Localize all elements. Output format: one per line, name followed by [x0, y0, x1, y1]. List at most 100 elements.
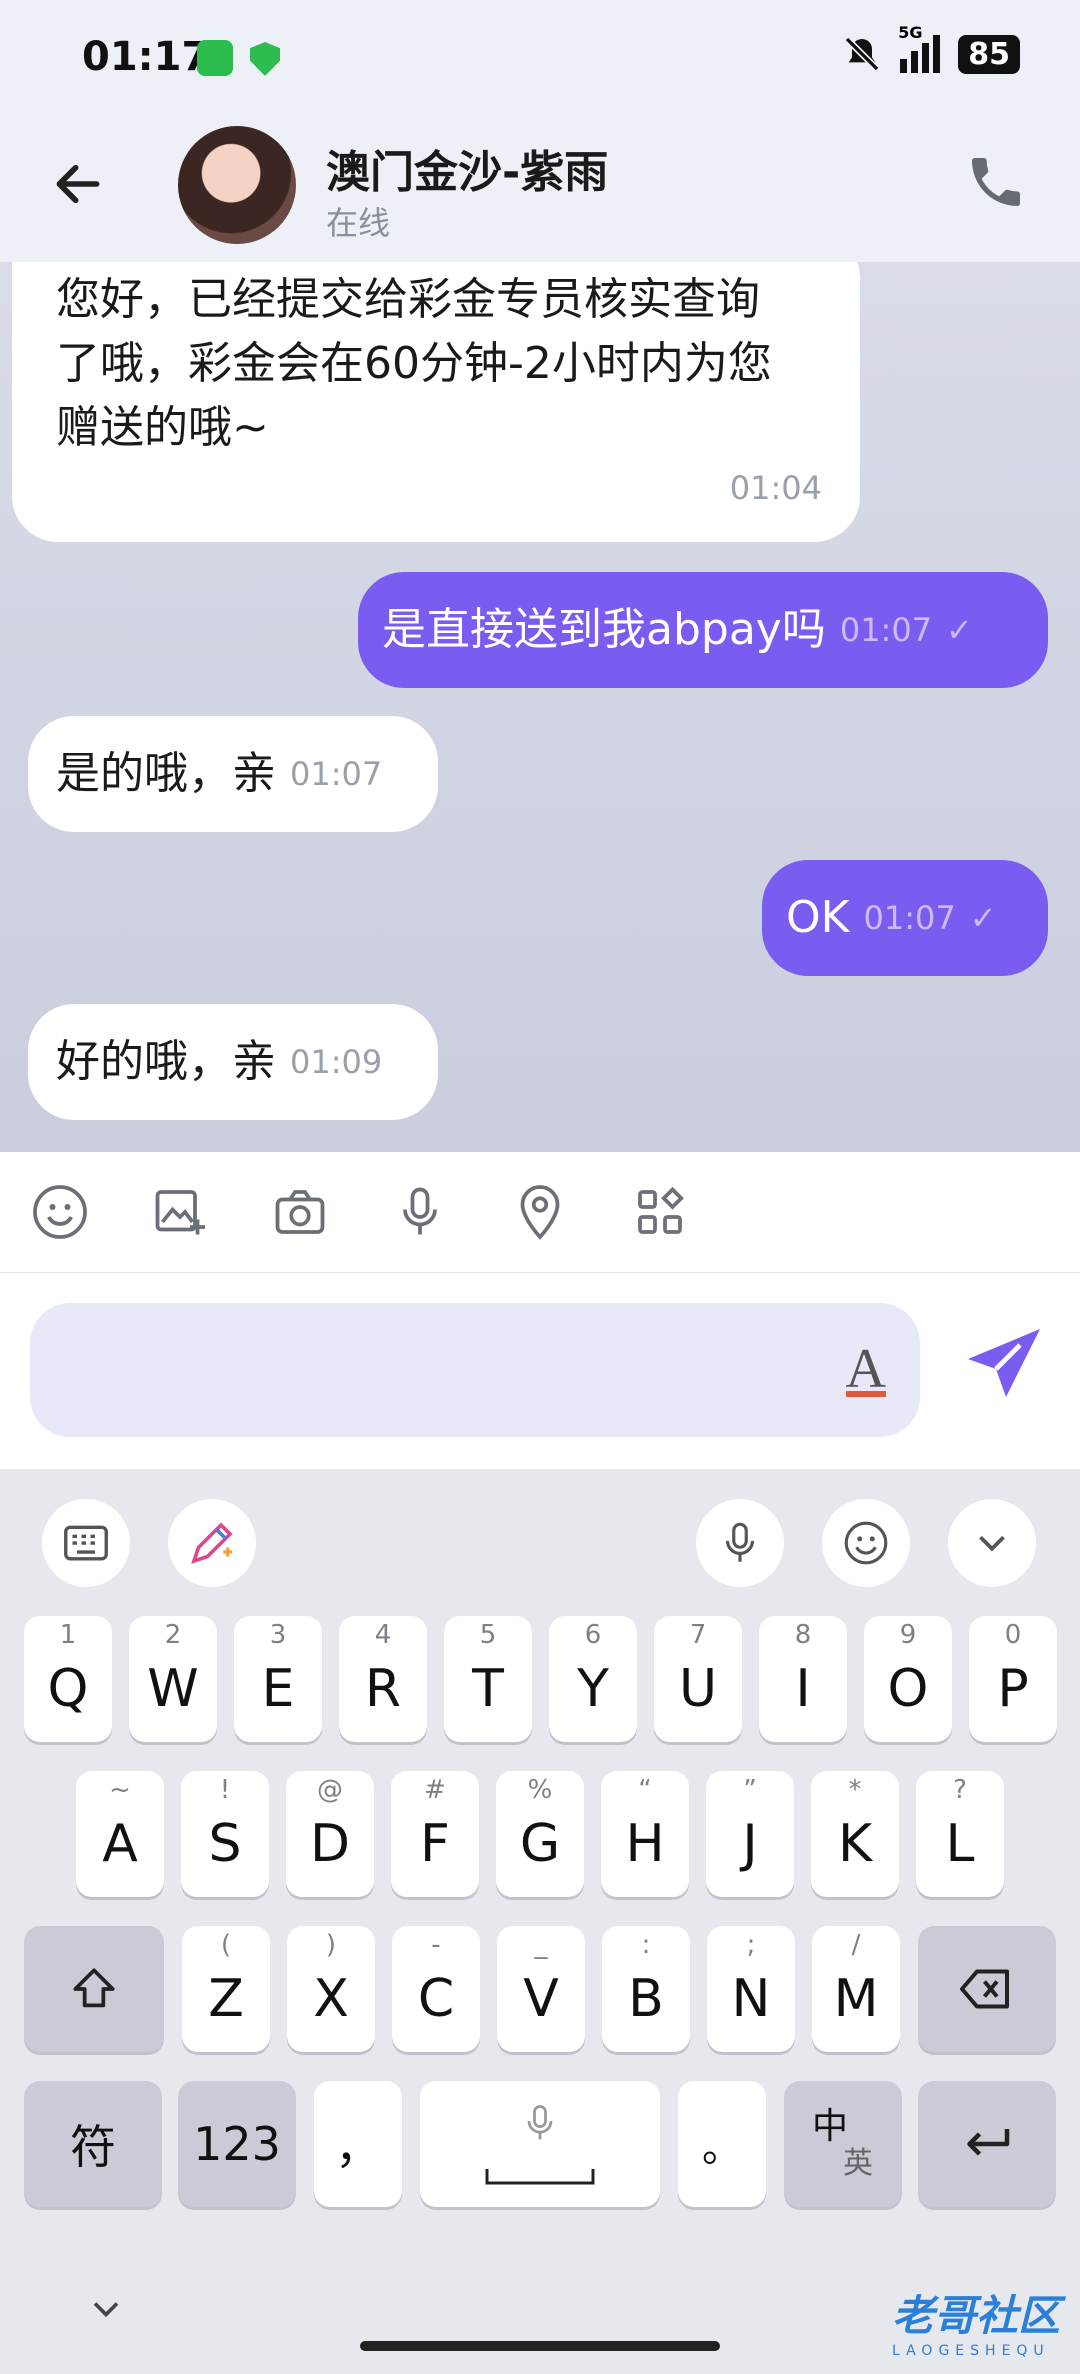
- contact-name[interactable]: 澳门金沙-紫雨: [326, 136, 608, 200]
- magic-pen-icon: [191, 1522, 233, 1564]
- space-key[interactable]: [420, 2081, 660, 2207]
- numbers-key[interactable]: 123: [178, 2081, 296, 2207]
- key-label: F: [420, 1814, 450, 1874]
- key-g[interactable]: % G: [496, 1771, 584, 1897]
- chat-header: 澳门金沙-紫雨 在线: [0, 120, 1080, 262]
- key-m[interactable]: / M: [812, 1926, 900, 2052]
- message-text: 是的哦，亲: [56, 748, 276, 799]
- key-s[interactable]: ! S: [181, 1771, 269, 1897]
- key-l[interactable]: ? L: [916, 1771, 1004, 1897]
- message-bubble-incoming[interactable]: 好的哦，亲 01:09: [28, 1004, 438, 1120]
- key-hint: 7: [689, 1620, 707, 1650]
- key-d[interactable]: @ D: [286, 1771, 374, 1897]
- key-o[interactable]: 9O: [864, 1616, 952, 1742]
- message-time: 01:07: [863, 899, 956, 937]
- key-b[interactable]: :B: [602, 1926, 690, 2052]
- key-hint: ;: [746, 1930, 756, 1960]
- enter-key[interactable]: [918, 2081, 1056, 2207]
- more-apps-icon[interactable]: [630, 1182, 690, 1242]
- microphone-icon: [725, 1522, 755, 1562]
- emoji-keyboard-button[interactable]: [822, 1499, 910, 1587]
- mute-bell-icon: [844, 36, 880, 72]
- back-arrow-icon[interactable]: [50, 156, 106, 212]
- key-hint: 3: [269, 1620, 287, 1650]
- message-list[interactable]: 您好，已经提交给彩金专员核实查询 了哦，彩金会在60分钟-2小时内为您 赠送的哦…: [0, 262, 1080, 1152]
- home-indicator[interactable]: [360, 2341, 720, 2351]
- message-text-line: 赠送的哦~: [56, 402, 269, 453]
- key-hint: 4: [374, 1620, 392, 1650]
- key-label: I: [795, 1659, 811, 1719]
- backspace-icon: [960, 1969, 1009, 2009]
- key-c[interactable]: -C: [392, 1926, 480, 2052]
- key-r[interactable]: 4R: [339, 1616, 427, 1742]
- battery-icon: 85: [958, 34, 1020, 74]
- gallery-icon[interactable]: [150, 1182, 210, 1242]
- key-t[interactable]: 5T: [444, 1616, 532, 1742]
- message-bubble-outgoing[interactable]: 是直接送到我abpay吗 01:07 ✓: [358, 572, 1048, 688]
- key-label: J: [742, 1814, 758, 1874]
- key-x[interactable]: ) X: [287, 1926, 375, 2052]
- keyboard-icon: [64, 1525, 108, 1561]
- phone-call-icon[interactable]: [964, 150, 1028, 214]
- symbols-key-label: 符: [70, 2120, 116, 2174]
- collapse-keyboard-button[interactable]: [948, 1499, 1036, 1587]
- period-key[interactable]: 。: [678, 2081, 766, 2207]
- microphone-icon[interactable]: [390, 1182, 450, 1242]
- key-label: W: [147, 1659, 199, 1719]
- message-bubble-outgoing[interactable]: OK 01:07 ✓: [762, 860, 1048, 976]
- watermark-logo: 老哥社区 LAOGESHEQU: [892, 2282, 1060, 2359]
- key-q[interactable]: 1Q: [24, 1616, 112, 1742]
- key-label: C: [417, 1969, 455, 2029]
- key-label: B: [628, 1969, 664, 2029]
- key-hint: /: [851, 1930, 861, 1960]
- key-label: T: [472, 1659, 504, 1719]
- backspace-key[interactable]: [918, 1926, 1056, 2052]
- security-shield-icon: [250, 42, 280, 76]
- emoji-icon[interactable]: [30, 1182, 90, 1242]
- contact-avatar[interactable]: [178, 126, 296, 244]
- shift-key[interactable]: [24, 1926, 164, 2052]
- space-bar-icon: [485, 2169, 595, 2185]
- message-input[interactable]: A: [30, 1303, 920, 1437]
- messages-notification-icon: [197, 40, 233, 76]
- space-microphone-icon: [527, 2105, 553, 2140]
- key-label: P: [997, 1659, 1029, 1719]
- comma-key[interactable]: ，: [314, 2081, 402, 2207]
- key-label: Q: [47, 1659, 89, 1719]
- emoji-icon: [844, 1521, 888, 1565]
- key-e[interactable]: 3E: [234, 1616, 322, 1742]
- key-a[interactable]: ~ A: [76, 1771, 164, 1897]
- key-y[interactable]: 6Y: [549, 1616, 637, 1742]
- key-w[interactable]: 2W: [129, 1616, 217, 1742]
- message-bubble-incoming[interactable]: 您好，已经提交给彩金专员核实查询 了哦，彩金会在60分钟-2小时内为您 赠送的哦…: [12, 262, 860, 542]
- key-hint: 2: [164, 1620, 182, 1650]
- key-f[interactable]: # F: [391, 1771, 479, 1897]
- key-n[interactable]: ; N: [707, 1926, 795, 2052]
- symbols-key[interactable]: 符: [24, 2081, 162, 2207]
- ai-writing-button[interactable]: [168, 1499, 256, 1587]
- key-u[interactable]: 7U: [654, 1616, 742, 1742]
- hide-keyboard-chevron-icon[interactable]: [84, 2287, 128, 2331]
- key-v[interactable]: _ V: [497, 1926, 585, 2052]
- text-format-icon[interactable]: A: [845, 1337, 887, 1401]
- send-icon[interactable]: [956, 1317, 1052, 1413]
- message-text-line: 您好，已经提交给彩金专员核实查询: [56, 274, 760, 325]
- voice-input-button[interactable]: [696, 1499, 784, 1587]
- key-label: Z: [208, 1969, 244, 2029]
- key-k[interactable]: * K: [811, 1771, 899, 1897]
- key-hint: _: [534, 1930, 548, 1960]
- key-label: N: [731, 1969, 771, 2029]
- key-i[interactable]: 8I: [759, 1616, 847, 1742]
- key-label: S: [208, 1814, 242, 1874]
- keyboard-settings-button[interactable]: [42, 1499, 130, 1587]
- key-z[interactable]: (Z: [182, 1926, 270, 2052]
- message-bubble-incoming[interactable]: 是的哦，亲 01:07: [28, 716, 438, 832]
- camera-icon[interactable]: [270, 1182, 330, 1242]
- key-p[interactable]: 0P: [969, 1616, 1057, 1742]
- key-label: H: [625, 1814, 665, 1874]
- location-pin-icon[interactable]: [510, 1182, 570, 1242]
- key-j[interactable]: ” J: [706, 1771, 794, 1897]
- key-h[interactable]: “H: [601, 1771, 689, 1897]
- network-type: 5G: [898, 23, 923, 42]
- language-switch-key[interactable]: 中 英: [784, 2081, 902, 2207]
